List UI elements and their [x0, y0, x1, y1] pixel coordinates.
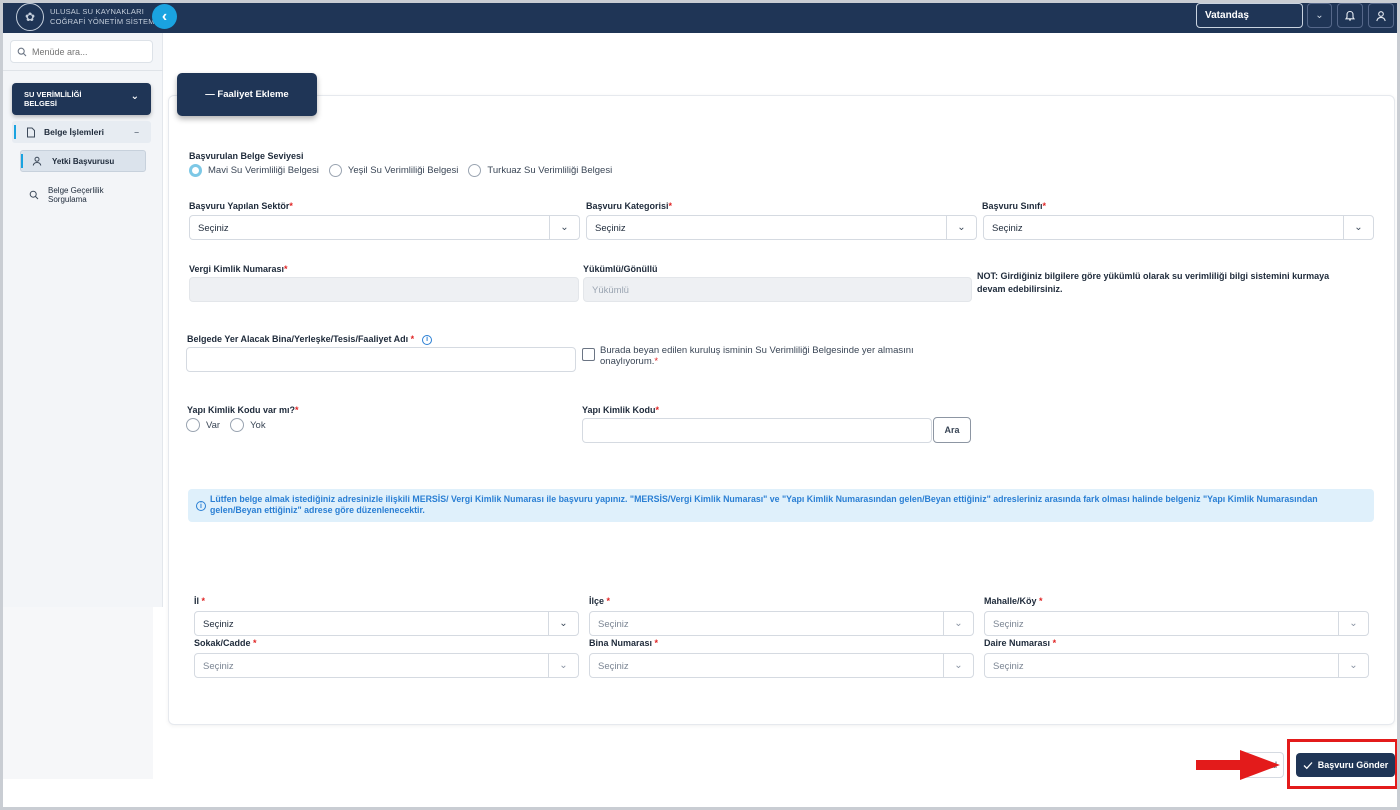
chevron-down-icon: ⌄ — [1338, 612, 1368, 635]
class-label: Başvuru Sınıfı* — [982, 201, 1047, 211]
sidebar-group-su-verimliligi[interactable]: SU VERİMLİLİĞİ BELGESİ ⌄ — [12, 83, 151, 115]
chevron-left-icon: ‹ — [161, 7, 168, 25]
top-bar: ✿ ULUSAL SU KAYNAKLARI COĞRAFİ YÖNETİM S… — [0, 0, 1400, 33]
level-radio-group: Mavi Su Verimliliği Belgesi Yeşil Su Ver… — [189, 164, 622, 177]
chevron-down-icon: ⌄ — [548, 654, 578, 677]
role-dropdown-button[interactable]: ⌄ — [1307, 3, 1332, 28]
collapse-minus-icon: – — [134, 127, 139, 137]
consent-checkbox[interactable] — [582, 348, 595, 361]
obligation-note: NOT: Girdiğiniz bilgilere göre yükümlü o… — [977, 271, 1330, 294]
class-select[interactable]: Seçiniz ⌄ — [983, 215, 1374, 240]
apartment-number-select[interactable]: Seçiniz ⌄ — [984, 653, 1369, 678]
tax-number-input[interactable] — [189, 277, 579, 302]
address-info-alert: i Lütfen belge almak istediğiniz adresin… — [188, 489, 1374, 522]
notifications-button[interactable] — [1337, 3, 1363, 28]
district-select[interactable]: Seçiniz ⌄ — [589, 611, 974, 636]
category-select[interactable]: Seçiniz ⌄ — [586, 215, 977, 240]
sidebar-divider — [3, 70, 163, 71]
building-id-input[interactable] — [582, 418, 932, 443]
city-select[interactable]: Seçiniz ⌄ — [194, 611, 579, 636]
street-label: Sokak/Cadde * — [194, 638, 257, 648]
chevron-down-icon: ⌄ — [1343, 216, 1373, 239]
chevron-down-icon: ⌄ — [548, 612, 578, 635]
role-select[interactable]: Vatandaş — [1196, 3, 1303, 28]
building-id-yes[interactable]: Var — [186, 418, 220, 432]
radio[interactable] — [468, 164, 482, 177]
building-number-select[interactable]: Seçiniz ⌄ — [589, 653, 974, 678]
building-id-question-label: Yapı Kimlik Kodu var mı?* — [187, 405, 299, 415]
red-arrow-annotation — [1196, 750, 1280, 780]
facility-name-label: Belgede Yer Alacak Bina/Yerleşke/Tesis/F… — [187, 334, 433, 345]
faaliyet-ekleme-header: — Faaliyet Ekleme — [177, 73, 317, 116]
sidebar-item-belge-gecerlilik[interactable]: Belge Geçerlilik Sorgulama — [20, 180, 146, 210]
sidebar-item-yetki-basvurusu[interactable]: Yetki Başvurusu — [20, 150, 146, 172]
document-icon — [27, 127, 35, 137]
logo: ✿ ULUSAL SU KAYNAKLARI COĞRAFİ YÖNETİM S… — [16, 3, 157, 31]
seal-icon: ✿ — [16, 3, 44, 31]
radio[interactable] — [186, 418, 200, 432]
chevron-down-icon: ⌄ — [549, 216, 579, 239]
chevron-down-icon: ⌄ — [1338, 654, 1368, 677]
level-option-mavi[interactable]: Mavi Su Verimliliği Belgesi — [189, 164, 319, 177]
user-icon — [32, 156, 42, 166]
level-label: Başvurulan Belge Seviyesi — [189, 151, 304, 161]
user-menu-button[interactable] — [1368, 3, 1394, 28]
active-indicator — [21, 154, 23, 168]
category-label: Başvuru Kategorisi* — [586, 201, 673, 211]
sidebar-footer-area — [3, 607, 153, 779]
sector-label: Başvuru Yapılan Sektör* — [189, 201, 293, 211]
level-option-turkuaz[interactable]: Turkuaz Su Verimliliği Belgesi — [468, 164, 612, 177]
chevron-down-icon: ⌄ — [1315, 10, 1324, 21]
facility-name-input[interactable] — [186, 347, 576, 372]
building-number-label: Bina Numarası * — [589, 638, 659, 648]
apartment-number-label: Daire Numarası * — [984, 638, 1057, 648]
building-id-label: Yapı Kimlik Kodu* — [582, 405, 660, 415]
user-icon — [1376, 10, 1386, 21]
sidebar — [3, 33, 163, 607]
radio[interactable] — [328, 164, 342, 177]
level-option-yesil[interactable]: Yeşil Su Verimliliği Belgesi — [328, 164, 458, 177]
sidebar-collapse-button[interactable]: ‹ — [152, 4, 177, 29]
obligation-input[interactable]: Yükümlü — [583, 277, 972, 302]
search-icon — [17, 47, 27, 56]
obligation-label: Yükümlü/Gönüllü — [583, 264, 658, 274]
city-label: İl * — [194, 596, 206, 606]
search-button[interactable]: Ara — [933, 417, 971, 443]
active-indicator — [14, 125, 16, 139]
sidebar-item-belge-islemleri[interactable]: Belge İşlemleri – — [12, 121, 151, 143]
sector-select[interactable]: Seçiniz ⌄ — [189, 215, 580, 240]
sidebar-item-label: Belge İşlemleri — [44, 127, 105, 137]
tax-number-label: Vergi Kimlik Numarası* — [189, 264, 288, 274]
chevron-down-icon: ⌄ — [943, 654, 973, 677]
district-label: İlçe * — [589, 596, 611, 606]
sidebar-item-label: Belge Geçerlilik Sorgulama — [48, 186, 104, 204]
bell-icon — [1344, 10, 1356, 21]
building-id-radio-group: Var Yok — [186, 418, 276, 432]
chevron-down-icon: ⌄ — [130, 91, 139, 102]
org-name: ULUSAL SU KAYNAKLARI COĞRAFİ YÖNETİM SİS… — [50, 7, 157, 26]
consent-label: Burada beyan edilen kuruluş isminin Su V… — [600, 345, 914, 367]
building-id-no[interactable]: Yok — [230, 418, 266, 432]
info-icon: i — [196, 501, 206, 511]
sidebar-item-label: Yetki Başvurusu — [52, 156, 115, 166]
street-select[interactable]: Seçiniz ⌄ — [194, 653, 579, 678]
chevron-down-icon: ⌄ — [946, 216, 976, 239]
info-icon[interactable]: i — [422, 334, 433, 345]
chevron-down-icon: ⌄ — [943, 612, 973, 635]
radio[interactable] — [230, 418, 245, 432]
highlight-box-annotation — [1287, 739, 1398, 789]
menu-search[interactable] — [10, 40, 153, 63]
radio-selected[interactable] — [189, 164, 202, 177]
neighborhood-label: Mahalle/Köy * — [984, 596, 1043, 606]
menu-search-input[interactable] — [32, 46, 142, 57]
neighborhood-select[interactable]: Seçiniz ⌄ — [984, 611, 1369, 636]
search-icon — [29, 190, 39, 200]
sidebar-group-label: SU VERİMLİLİĞİ BELGESİ — [24, 90, 82, 108]
